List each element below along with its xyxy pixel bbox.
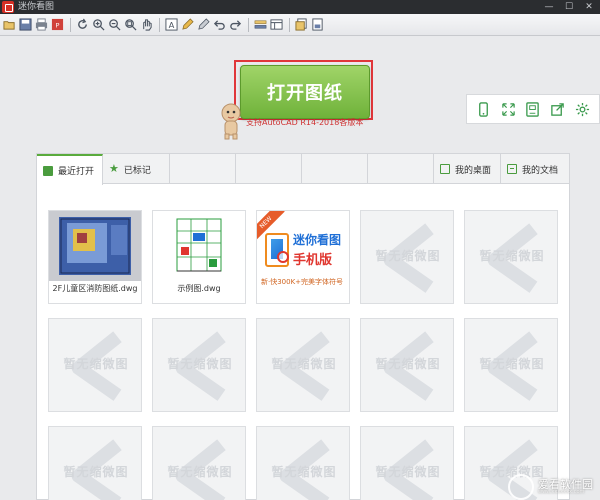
empty-thumbnail-tile: 暂无缩微图 — [464, 318, 558, 412]
redo-icon[interactable] — [228, 17, 243, 33]
no-thumbnail-text: 暂无缩微图 — [479, 249, 545, 263]
tab-desktop-label: 我的桌面 — [455, 165, 492, 176]
toolbar: P A — [0, 14, 600, 36]
watermark-subtext: www.xxxxxxx.com — [538, 489, 585, 495]
pdf-icon[interactable] — [310, 17, 325, 33]
empty-thumbnail-tile: 暂无缩微图 — [48, 426, 142, 500]
magnifier-icon — [277, 251, 289, 263]
open-file-icon[interactable] — [2, 17, 17, 33]
ad-title: 迷你看图 — [293, 233, 342, 247]
tab-documents-label: 我的文档 — [522, 165, 559, 176]
pen-icon[interactable] — [180, 17, 195, 33]
ad-description: 新·快300K+完美字体符号 — [261, 278, 344, 286]
drawing-thumbnail — [153, 211, 245, 281]
recent-file-tile[interactable]: 示例图.dwg — [152, 210, 246, 304]
empty-thumbnail-tile: 暂无缩微图 — [360, 210, 454, 304]
title-bar: 迷你看图 — ☐ ✕ — [0, 0, 600, 14]
no-thumbnail-text: 暂无缩微图 — [375, 249, 441, 263]
documents-icon — [507, 164, 517, 174]
undo-icon[interactable] — [212, 17, 227, 33]
layer-icon[interactable] — [253, 17, 268, 33]
save-icon[interactable] — [18, 17, 33, 33]
layout-icon[interactable] — [269, 17, 284, 33]
file-name: 示例图.dwg — [177, 284, 221, 293]
mobile-app-ad-tile[interactable]: NEW 迷你看图 手机版 新·快300K+完美字体符号 — [256, 210, 350, 304]
main-area: 打开图纸 支持AutoCAD R14-2018各版本 最近打开 ★ 已标记 我的… — [0, 37, 600, 500]
empty-thumbnail-tile: 暂无缩微图 — [256, 318, 350, 412]
save-as-icon[interactable] — [523, 99, 543, 119]
text-icon[interactable]: A — [164, 17, 179, 33]
window-controls: — ☐ ✕ — [542, 0, 596, 14]
tab-empty-4 — [368, 154, 434, 184]
window-title: 迷你看图 — [18, 2, 55, 12]
no-thumbnail-text: 暂无缩微图 — [167, 465, 233, 479]
tab-recent[interactable]: 最近打开 — [37, 154, 103, 185]
open-drawing-button[interactable]: 打开图纸 — [240, 65, 370, 119]
tab-bar: 最近打开 ★ 已标记 我的桌面 我的文档 — [37, 154, 569, 185]
export-icon[interactable]: P — [50, 17, 65, 33]
empty-thumbnail-tile: 暂无缩微图 — [360, 426, 454, 500]
side-toolbar — [466, 94, 600, 124]
toolbar-separator — [248, 17, 249, 32]
toolbar-separator — [70, 17, 71, 32]
svg-text:P: P — [56, 21, 60, 29]
empty-thumbnail-tile: 暂无缩微图 — [360, 318, 454, 412]
empty-thumbnail-tile: 暂无缩微图 — [256, 426, 350, 500]
settings-icon[interactable] — [573, 99, 593, 119]
app-logo-icon — [2, 1, 14, 13]
tab-marked[interactable]: ★ 已标记 — [103, 154, 170, 184]
tab-documents[interactable]: 我的文档 — [501, 154, 569, 184]
pan-icon[interactable] — [139, 17, 154, 33]
mascot-icon — [221, 103, 241, 140]
print-icon[interactable] — [34, 17, 49, 33]
zoom-fit-icon[interactable] — [123, 17, 138, 33]
tab-empty-2 — [236, 154, 302, 184]
eraser-icon[interactable] — [196, 17, 211, 33]
star-icon: ★ — [109, 162, 119, 175]
recent-file-tile[interactable]: 2F儿童区消防图纸.dwg — [48, 210, 142, 304]
watermark-logo-icon — [508, 474, 534, 500]
no-thumbnail-text: 暂无缩微图 — [479, 357, 545, 371]
rotate-icon[interactable] — [75, 17, 90, 33]
site-watermark: 爱看软件园 www.xxxxxxx.com — [504, 474, 600, 500]
no-thumbnail-text: 暂无缩微图 — [167, 357, 233, 371]
close-icon[interactable]: ✕ — [582, 0, 596, 14]
zoom-in-icon[interactable] — [91, 17, 106, 33]
no-thumbnail-text: 暂无缩微图 — [63, 357, 129, 371]
desktop-icon — [440, 164, 450, 174]
tab-marked-label: 已标记 — [123, 165, 151, 176]
no-thumbnail-text: 暂无缩微图 — [271, 465, 337, 479]
empty-thumbnail-tile: 暂无缩微图 — [464, 210, 558, 304]
no-thumbnail-text: 暂无缩微图 — [375, 357, 441, 371]
minimize-icon[interactable]: — — [542, 0, 556, 14]
fullscreen-icon[interactable] — [498, 99, 518, 119]
svg-text:A: A — [169, 20, 175, 30]
copy-icon[interactable] — [294, 17, 309, 33]
share-icon[interactable] — [548, 99, 568, 119]
no-thumbnail-text: 暂无缩微图 — [63, 465, 129, 479]
empty-thumbnail-tile: 暂无缩微图 — [152, 318, 246, 412]
maximize-icon[interactable]: ☐ — [562, 0, 576, 14]
tab-desktop[interactable]: 我的桌面 — [434, 154, 501, 184]
toolbar-separator — [289, 17, 290, 32]
ad-subtitle: 手机版 — [293, 253, 333, 268]
tab-empty-1 — [170, 154, 236, 184]
empty-thumbnail-tile: 暂无缩微图 — [48, 318, 142, 412]
empty-thumbnail-tile: 暂无缩微图 — [152, 426, 246, 500]
no-thumbnail-text: 暂无缩微图 — [271, 357, 337, 371]
tab-recent-label: 最近打开 — [58, 167, 95, 177]
version-support-text: 支持AutoCAD R14-2018各版本 — [246, 118, 364, 127]
zoom-out-icon[interactable] — [107, 17, 122, 33]
tab-empty-3 — [302, 154, 368, 184]
toolbar-separator — [159, 17, 160, 32]
no-thumbnail-text: 暂无缩微图 — [375, 465, 441, 479]
mobile-icon[interactable] — [473, 99, 493, 119]
recent-icon — [43, 165, 53, 176]
file-name: 2F儿童区消防图纸.dwg — [52, 284, 138, 293]
drawing-thumbnail — [49, 211, 141, 281]
